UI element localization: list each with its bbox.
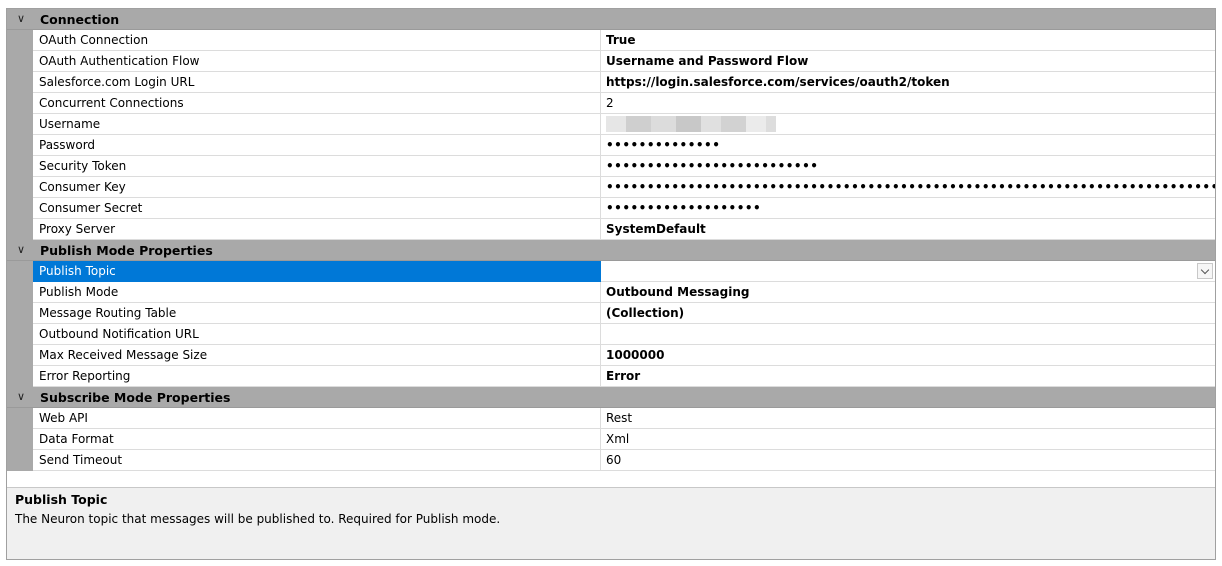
property-value[interactable]: ••••••••••••••••••• — [601, 198, 1215, 219]
property-row-concurrent-connections[interactable]: Concurrent Connections 2 — [7, 93, 1215, 114]
property-name[interactable]: Send Timeout — [33, 450, 601, 471]
category-connection[interactable]: ∨ Connection — [7, 9, 1215, 30]
property-name[interactable]: Message Routing Table — [33, 303, 601, 324]
property-name[interactable]: Max Received Message Size — [33, 345, 601, 366]
row-gutter — [7, 408, 33, 429]
property-value[interactable]: Username and Password Flow — [601, 51, 1215, 72]
property-name[interactable]: Data Format — [33, 429, 601, 450]
row-gutter — [7, 366, 33, 387]
property-value[interactable]: •••••••••••••••••••••••••• — [601, 156, 1215, 177]
property-name[interactable]: Username — [33, 114, 601, 135]
category-subscribe-mode-properties[interactable]: ∨ Subscribe Mode Properties — [7, 387, 1215, 408]
row-gutter — [7, 303, 33, 324]
property-row-consumer-key[interactable]: Consumer Key ••••••••••••••••••••••••••••… — [7, 177, 1215, 198]
row-gutter — [7, 345, 33, 366]
property-row-web-api[interactable]: Web API Rest — [7, 408, 1215, 429]
help-panel: Publish Topic The Neuron topic that mess… — [7, 487, 1215, 559]
row-gutter — [7, 282, 33, 303]
property-value[interactable]: Xml — [601, 429, 1215, 450]
property-row-publish-mode[interactable]: Publish Mode Outbound Messaging — [7, 282, 1215, 303]
chevron-down-icon[interactable] — [1197, 263, 1213, 279]
property-name[interactable]: Consumer Key — [33, 177, 601, 198]
property-value[interactable]: Error — [601, 366, 1215, 387]
property-value[interactable]: ••••••••••••••••••••••••••••••••••••••••… — [601, 177, 1215, 198]
property-name[interactable]: Web API — [33, 408, 601, 429]
category-title: Connection — [40, 12, 120, 27]
property-row-oauth-connection[interactable]: OAuth Connection True — [7, 30, 1215, 51]
row-gutter — [7, 93, 33, 114]
property-value[interactable] — [601, 114, 1215, 135]
property-name[interactable]: Proxy Server — [33, 219, 601, 240]
row-gutter — [7, 156, 33, 177]
property-value[interactable]: (Collection) — [601, 303, 1215, 324]
property-row-password[interactable]: Password •••••••••••••• — [7, 135, 1215, 156]
property-name[interactable]: Password — [33, 135, 601, 156]
property-row-message-routing-table[interactable]: Message Routing Table (Collection) — [7, 303, 1215, 324]
property-row-consumer-secret[interactable]: Consumer Secret ••••••••••••••••••• — [7, 198, 1215, 219]
row-gutter — [7, 198, 33, 219]
row-gutter — [7, 51, 33, 72]
property-value[interactable]: 60 — [601, 450, 1215, 471]
property-name[interactable]: OAuth Connection — [33, 30, 601, 51]
property-name[interactable]: Concurrent Connections — [33, 93, 601, 114]
row-gutter — [7, 450, 33, 471]
category-title: Subscribe Mode Properties — [40, 390, 231, 405]
property-value[interactable]: •••••••••••••• — [601, 135, 1215, 156]
property-value[interactable]: 1000000 — [601, 345, 1215, 366]
property-name[interactable]: Error Reporting — [33, 366, 601, 387]
property-value[interactable]: Outbound Messaging — [601, 282, 1215, 303]
property-value[interactable]: SystemDefault — [601, 219, 1215, 240]
row-gutter — [7, 429, 33, 450]
chevron-down-icon[interactable]: ∨ — [15, 390, 27, 404]
property-value[interactable]: True — [601, 30, 1215, 51]
property-row-publish-topic[interactable]: Publish Topic — [7, 261, 1215, 282]
property-row-data-format[interactable]: Data Format Xml — [7, 429, 1215, 450]
property-grid[interactable]: ∨ Connection OAuth Connection True OAuth Aut… — [7, 9, 1215, 479]
property-value[interactable] — [601, 324, 1215, 345]
category-publish-mode-properties[interactable]: ∨ Publish Mode Properties — [7, 240, 1215, 261]
row-gutter — [7, 177, 33, 198]
row-gutter — [7, 219, 33, 240]
chevron-down-icon[interactable]: ∨ — [15, 243, 27, 257]
property-row-error-reporting[interactable]: Error Reporting Error — [7, 366, 1215, 387]
property-name[interactable]: Outbound Notification URL — [33, 324, 601, 345]
category-title: Publish Mode Properties — [40, 243, 213, 258]
property-row-security-token[interactable]: Security Token •••••••••••••••••••••••••• — [7, 156, 1215, 177]
property-row-send-timeout[interactable]: Send Timeout 60 — [7, 450, 1215, 471]
property-value[interactable]: https://login.salesforce.com/services/oa… — [601, 72, 1215, 93]
row-gutter — [7, 114, 33, 135]
row-gutter — [7, 261, 33, 282]
help-description: The Neuron topic that messages will be p… — [15, 512, 501, 526]
property-row-outbound-notification-url[interactable]: Outbound Notification URL — [7, 324, 1215, 345]
chevron-down-icon[interactable]: ∨ — [15, 12, 27, 26]
row-gutter — [7, 72, 33, 93]
redacted-value — [606, 115, 776, 132]
property-name[interactable]: Publish Mode — [33, 282, 601, 303]
property-row-oauth-authentication-flow[interactable]: OAuth Authentication Flow Username and Pa… — [7, 51, 1215, 72]
property-row-salesforce-com-login-url[interactable]: Salesforce.com Login URL https://login.sa… — [7, 72, 1215, 93]
property-name[interactable]: OAuth Authentication Flow — [33, 51, 601, 72]
property-name[interactable]: Publish Topic — [33, 261, 601, 282]
property-value[interactable]: Rest — [601, 408, 1215, 429]
property-value[interactable]: 2 — [601, 93, 1215, 114]
row-gutter — [7, 324, 33, 345]
row-gutter — [7, 30, 33, 51]
property-grid-window: ∨ Connection OAuth Connection True OAuth Aut… — [6, 8, 1216, 560]
property-value[interactable] — [601, 261, 1215, 282]
help-title: Publish Topic — [15, 492, 108, 507]
property-row-proxy-server[interactable]: Proxy Server SystemDefault — [7, 219, 1215, 240]
property-row-username[interactable]: Username — [7, 114, 1215, 135]
property-name[interactable]: Security Token — [33, 156, 601, 177]
row-gutter — [7, 135, 33, 156]
property-row-max-received-message-size[interactable]: Max Received Message Size 1000000 — [7, 345, 1215, 366]
property-name[interactable]: Salesforce.com Login URL — [33, 72, 601, 93]
property-name[interactable]: Consumer Secret — [33, 198, 601, 219]
